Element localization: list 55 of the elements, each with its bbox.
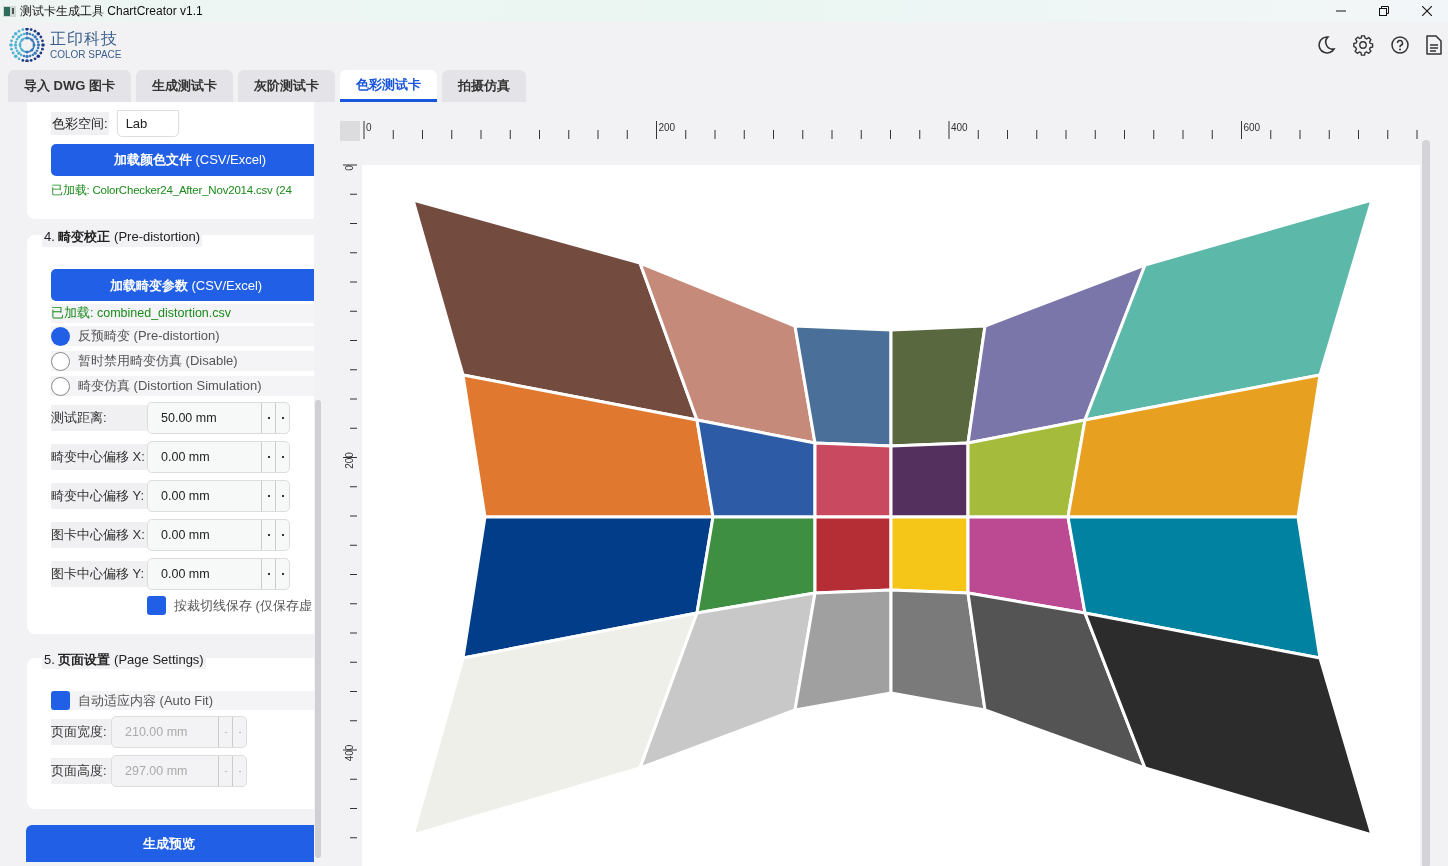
ruler-label: 0 — [344, 165, 355, 171]
tab[interactable]: 灰阶测试卡 — [238, 70, 335, 102]
radio-label: 畸变仿真 (Distortion Simulation) — [78, 377, 262, 396]
scrollbar-thumb[interactable] — [1422, 140, 1430, 866]
window-title: 测试卡生成工具 ChartCreator v1.1 — [20, 3, 203, 20]
ruler-label: 600 — [1243, 122, 1261, 133]
field-label: 页面宽度: — [51, 719, 111, 745]
spin-field[interactable]: 0.00 mm — [147, 480, 290, 512]
ruler-label: 200 — [344, 452, 355, 469]
radio-label: 暂时禁用畸变仿真 (Disable) — [78, 352, 238, 371]
loaded-file-text: 已加载: combined_distortion.csv — [51, 304, 314, 323]
radio-button[interactable] — [51, 351, 70, 371]
spin-field[interactable]: 0.00 mm — [147, 441, 290, 473]
field-label: 畸变中心偏移 X: — [51, 444, 147, 470]
radio-button[interactable] — [51, 376, 70, 396]
ruler-label: 400 — [344, 744, 355, 762]
logo-name: 正印科技 — [50, 30, 119, 47]
radio-label: 反预畸变 (Pre-distortion) — [78, 327, 220, 346]
ruler-label: 200 — [658, 122, 676, 133]
app-icon — [3, 5, 16, 17]
load-distortion-button[interactable]: 加载畸变参数 (CSV/Excel) — [51, 269, 314, 302]
generate-preview-button[interactable]: 生成预览 — [26, 825, 314, 862]
field-label: 图卡中心偏移 Y: — [51, 561, 147, 587]
field-label: 畸变中心偏移 Y: — [51, 483, 147, 509]
tab[interactable]: 生成测试卡 — [136, 70, 233, 102]
moon-icon[interactable] — [1316, 35, 1336, 55]
field-label: 测试距离: — [51, 405, 147, 431]
field-label: 色彩空间: — [51, 111, 109, 136]
loaded-file-text: 已加载: ColorChecker24_After_Nov2014.csv (24 — [51, 183, 293, 198]
tab[interactable]: 导入 DWG 图卡 — [8, 70, 131, 102]
load-color-file-button[interactable]: 加载颜色文件 (CSV/Excel) — [51, 144, 314, 176]
radio-button[interactable] — [51, 326, 70, 346]
ruler-label: 0 — [366, 122, 372, 133]
spin-field[interactable]: 0.00 mm — [147, 519, 290, 551]
color-space-field[interactable]: Lab — [116, 110, 179, 137]
logo-icon — [8, 28, 46, 62]
document-icon[interactable] — [1426, 35, 1442, 55]
field-label: 页面高度: — [51, 758, 111, 784]
section-title: 4. 畸变校正 (Pre-distortion) — [42, 227, 203, 247]
tab[interactable]: 色彩测试卡 — [340, 70, 437, 102]
checkbox[interactable] — [51, 690, 70, 710]
settings-icon[interactable] — [1352, 34, 1374, 56]
help-icon[interactable] — [1390, 35, 1410, 55]
ruler-label: 400 — [951, 122, 968, 133]
checkbox-label: 按裁切线保存 (仅保存虚 — [174, 597, 312, 615]
logo-subtitle: COLOR SPACE — [50, 49, 122, 60]
spin-field[interactable]: 0.00 mm — [147, 558, 290, 590]
checkbox-label: 自动适应内容 (Auto Fit) — [78, 691, 214, 710]
restore-icon — [1378, 6, 1389, 16]
close-icon — [1421, 6, 1432, 16]
scrollbar-thumb[interactable] — [315, 400, 321, 858]
spin-field[interactable]: 50.00 mm — [147, 402, 290, 434]
checkbox[interactable] — [147, 596, 166, 616]
field-label: 图卡中心偏移 X: — [51, 522, 147, 548]
tab[interactable]: 拍摄仿真 — [442, 70, 526, 102]
